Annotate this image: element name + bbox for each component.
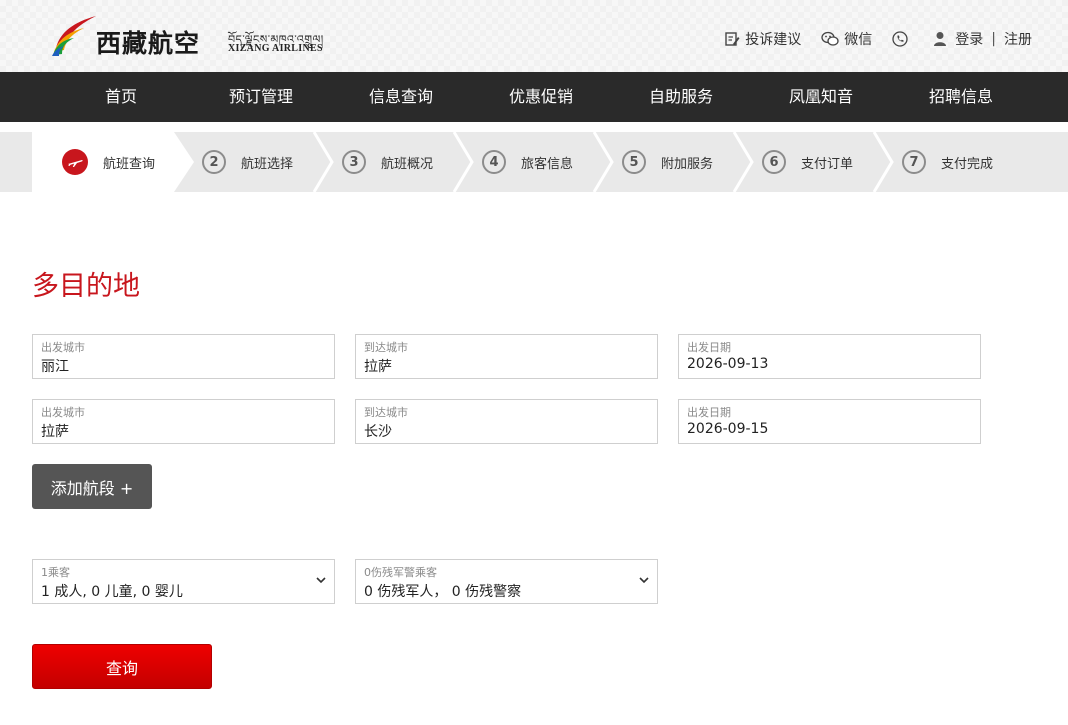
- register-label: 注册: [1004, 32, 1032, 48]
- field-value: 1 成人, 0 儿童, 0 婴儿: [41, 584, 183, 600]
- step-label: 航班概况: [381, 156, 434, 172]
- step-flight-select: 2 航班选择: [202, 132, 293, 192]
- departure-date-field-2[interactable]: 出发日期 2026-09-15: [678, 399, 981, 444]
- field-label: 出发城市: [41, 341, 85, 354]
- step-label: 支付订单: [801, 156, 854, 172]
- field-value: 2026-09-13: [687, 356, 769, 372]
- login-label: 登录: [955, 32, 984, 48]
- step-label: 航班选择: [241, 156, 294, 172]
- nav-item-info-query[interactable]: 信息查询: [331, 72, 471, 122]
- edit-icon: [725, 32, 740, 46]
- step-passenger-info: 4 旅客信息: [482, 132, 573, 192]
- field-label: 到达城市: [364, 341, 408, 354]
- brand-name-cn: 西藏航空: [96, 29, 201, 58]
- field-value: 2026-09-15: [687, 421, 769, 437]
- step-label: 航班查询: [103, 156, 156, 172]
- field-label: 出发城市: [41, 406, 85, 419]
- search-button[interactable]: 查询: [32, 644, 212, 689]
- field-label: 到达城市: [364, 406, 408, 419]
- wechat-label: 微信: [844, 32, 873, 48]
- step-flight-overview: 3 航班概况: [342, 132, 433, 192]
- step-chevron: [312, 132, 334, 192]
- field-value: 长沙: [364, 424, 392, 440]
- arrival-city-field-2[interactable]: 到达城市 长沙: [355, 399, 658, 444]
- step-extra-services: 5 附加服务: [622, 132, 713, 192]
- wechat-icon: [821, 31, 839, 46]
- booking-steps: 航班查询 2 航班选择 3 航班概况 4 旅客信息 5 附加服务 6 支付订单 …: [0, 132, 1068, 192]
- airplane-icon: [62, 149, 88, 175]
- wechat-link[interactable]: 微信: [821, 29, 872, 49]
- field-value: 0 伤残军人， 0 伤残警察: [364, 584, 522, 600]
- step-chevron: [732, 132, 754, 192]
- step-chevron: [872, 132, 894, 192]
- step-label: 附加服务: [661, 156, 714, 172]
- login-link[interactable]: 登录: [933, 29, 983, 49]
- page-title: 多目的地: [32, 271, 140, 302]
- airline-logo-icon: [52, 16, 96, 56]
- field-label: 1乘客: [41, 566, 70, 579]
- step-number: 7: [902, 150, 926, 174]
- add-segment-button[interactable]: 添加航段 +: [32, 464, 152, 509]
- field-value: 拉萨: [41, 424, 69, 440]
- step-number: 4: [482, 150, 506, 174]
- chevron-down-icon: [639, 577, 649, 584]
- user-icon: [934, 32, 947, 46]
- field-value: 丽江: [41, 359, 69, 375]
- main-nav: 首页 预订管理 信息查询 优惠促销 自助服务 凤凰知音 招聘信息: [0, 72, 1068, 122]
- nav-item-careers[interactable]: 招聘信息: [891, 72, 1031, 122]
- link-separator: |: [991, 31, 996, 47]
- step-pay-order: 6 支付订单: [762, 132, 853, 192]
- arrival-city-field-1[interactable]: 到达城市 拉萨: [355, 334, 658, 379]
- register-link[interactable]: 注册: [1004, 29, 1032, 49]
- top-links: 投诉建议 微信 登录 | 注册: [724, 29, 1032, 49]
- step-chevron: [592, 132, 614, 192]
- step-chevron: [452, 132, 474, 192]
- step-label: 支付完成: [941, 156, 994, 172]
- step-label: 旅客信息: [521, 156, 574, 172]
- chevron-down-icon: [316, 577, 326, 584]
- site-header: 西藏航空 བོད་ལྗོངས་མཁའ་འགྲུལ། XIZANG AIRLINE…: [0, 0, 1068, 72]
- nav-item-phoenix-miles[interactable]: 凤凰知音: [751, 72, 891, 122]
- departure-city-field-2[interactable]: 出发城市 拉萨: [32, 399, 335, 444]
- passenger-select[interactable]: 1乘客 1 成人, 0 儿童, 0 婴儿: [32, 559, 335, 604]
- departure-date-field-1[interactable]: 出发日期 2026-09-13: [678, 334, 981, 379]
- step-number: 3: [342, 150, 366, 174]
- brand-name-en: XIZANG AIRLINES: [228, 43, 323, 54]
- step-flight-search[interactable]: 航班查询: [62, 132, 155, 192]
- complaint-label: 投诉建议: [745, 32, 802, 48]
- step-number: 5: [622, 150, 646, 174]
- nav-item-promotions[interactable]: 优惠促销: [471, 72, 611, 122]
- nav-item-booking-management[interactable]: 预订管理: [191, 72, 331, 122]
- field-value: 拉萨: [364, 359, 392, 375]
- field-label: 出发日期: [687, 341, 731, 354]
- brand-logo[interactable]: 西藏航空 བོད་ལྗོངས་མཁའ་འགྲུལ། XIZANG AIRLINE…: [50, 12, 350, 60]
- field-label: 0伤残军警乘客: [364, 566, 437, 579]
- departure-city-field-1[interactable]: 出发城市 丽江: [32, 334, 335, 379]
- phone-link[interactable]: [892, 31, 913, 47]
- step-payment-complete: 7 支付完成: [902, 132, 993, 192]
- nav-item-home[interactable]: 首页: [51, 72, 191, 122]
- field-label: 出发日期: [687, 406, 731, 419]
- step-number: 2: [202, 150, 226, 174]
- step-number: 6: [762, 150, 786, 174]
- step-chevron: [174, 132, 194, 192]
- complaint-link[interactable]: 投诉建议: [724, 29, 801, 49]
- nav-item-self-service[interactable]: 自助服务: [611, 72, 751, 122]
- phone-icon: [892, 31, 908, 47]
- special-passenger-select[interactable]: 0伤残军警乘客 0 伤残军人， 0 伤残警察: [355, 559, 658, 604]
